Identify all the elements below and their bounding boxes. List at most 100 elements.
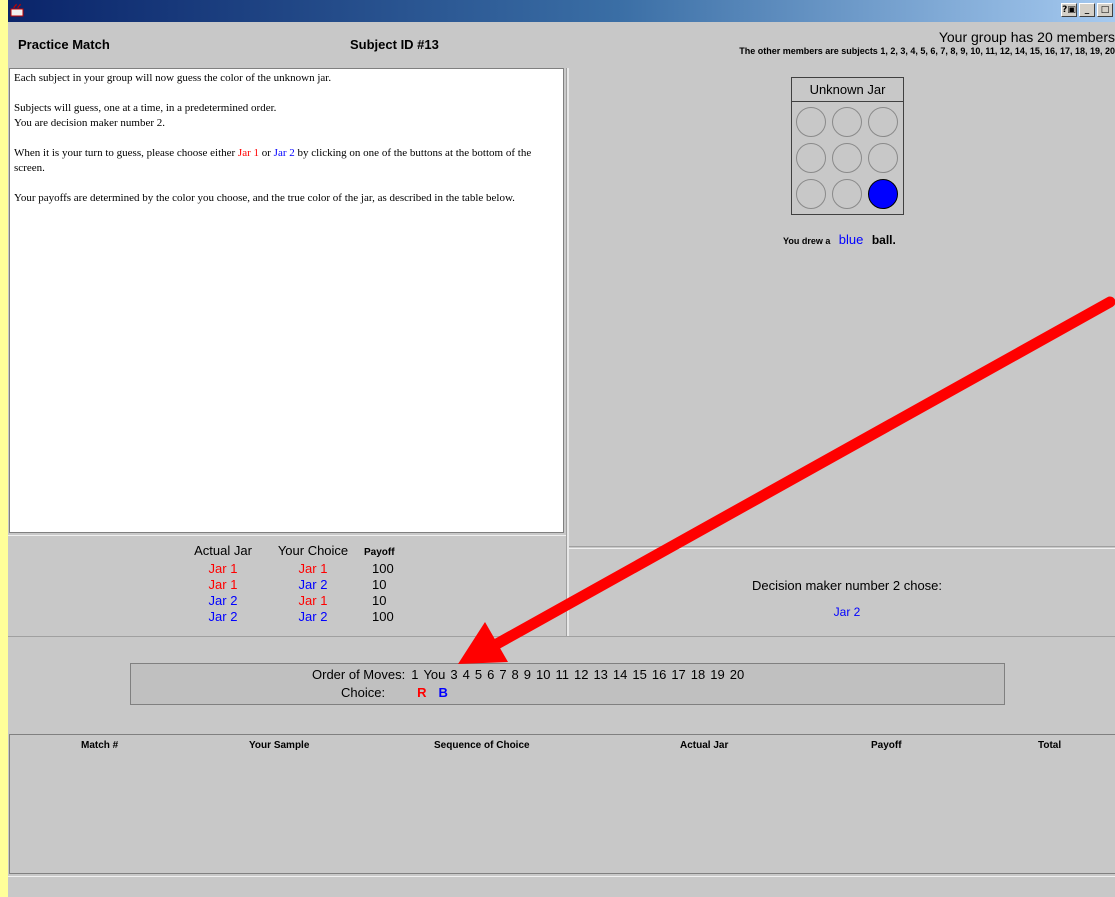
decision-panel: Decision maker number 2 chose: Jar 2: [569, 548, 1115, 637]
unknown-jar: Unknown Jar: [791, 77, 904, 215]
instruction-text: or: [259, 147, 274, 159]
instruction-text: You are decision maker number 2.: [14, 117, 166, 129]
col-your-sample: Your Sample: [249, 740, 310, 751]
window-controls: ?▣ _ □: [1061, 3, 1113, 17]
order-of-moves-box: Order of Moves: 1 You 3 4 5 6 7 8 9 10 11 12 13 14 15 16…: [130, 663, 1005, 705]
move-number: 20: [729, 667, 745, 682]
jar-ball-empty: [868, 107, 898, 137]
move-number: 1: [411, 667, 419, 682]
minimize-icon[interactable]: _: [1079, 3, 1095, 17]
jar-panel: Unknown Jar You drew a blue ball.: [569, 68, 1115, 547]
header-your-choice: Your Choice: [277, 543, 349, 558]
payoff-cell-choice: Jar 1: [298, 561, 328, 576]
jar-ball-empty: [832, 179, 862, 209]
jar-ball-empty: [796, 179, 826, 209]
payoff-table-panel: Actual Jar Your Choice Payoff Jar 1 Jar …: [8, 535, 566, 636]
move-number: 19: [710, 667, 725, 682]
results-table: Match # Your Sample Sequence of Choice A…: [9, 734, 1115, 874]
payoff-cell-value: 10: [372, 593, 387, 608]
payoff-cell-value: 100: [372, 609, 394, 624]
instruction-text: Your payoffs are determined by the color…: [14, 192, 515, 204]
col-sequence-of-choice: Sequence of Choice: [434, 740, 530, 751]
move-number: 9: [523, 667, 532, 682]
jar-ball-empty: [832, 107, 862, 137]
move-number: 14: [612, 667, 628, 682]
subject-id: Subject ID #13: [350, 37, 439, 52]
app-window: ?▣ _ □ Practice Match Subject ID #13 You…: [8, 0, 1115, 897]
move-number: 4: [462, 667, 470, 682]
order-label: Order of Moves:: [312, 667, 406, 682]
move-number: 7: [499, 667, 507, 682]
drew-suffix: ball.: [871, 233, 896, 247]
instructions-panel: Each subject in your group will now gues…: [9, 68, 564, 533]
payoff-cell-choice: Jar 2: [298, 577, 328, 592]
move-number: 10: [536, 667, 551, 682]
move-number: 15: [632, 667, 647, 682]
jar-ball-empty: [868, 143, 898, 173]
move-number: 13: [593, 667, 608, 682]
move-number: 8: [511, 667, 519, 682]
jar2-label: Jar 2: [273, 147, 295, 159]
maximize-icon[interactable]: □: [1097, 3, 1113, 17]
jar-ball-empty: [832, 143, 862, 173]
decision-label: Decision maker number 2 chose:: [751, 578, 943, 593]
order-row: Order of Moves: 1 You 3 4 5 6 7 8 9 10 11 12 13 14 15 16…: [312, 667, 749, 682]
move-number: 16: [651, 667, 667, 682]
jar-ball-empty: [796, 143, 826, 173]
instruction-paragraph: When it is your turn to guess, please ch…: [14, 146, 559, 176]
jar-balls: [796, 107, 898, 209]
move-number: 12: [573, 667, 589, 682]
group-size: Your group has 20 members: [938, 29, 1115, 45]
header-actual-jar: Actual Jar: [194, 543, 252, 558]
choice-b: B: [438, 685, 448, 700]
horizontal-divider: [8, 636, 1115, 637]
col-payoff: Payoff: [871, 740, 902, 751]
move-you: You: [423, 667, 446, 682]
move-number: 18: [690, 667, 706, 682]
col-actual-jar: Actual Jar: [680, 740, 729, 751]
jar1-label: Jar 1: [237, 147, 259, 159]
decision-value: Jar 2: [833, 605, 861, 619]
choice-row: Choice: R B: [341, 685, 448, 700]
instruction-paragraph: Subjects will guess, one at a time, in a…: [14, 101, 559, 131]
payoff-cell-value: 10: [372, 577, 387, 592]
payoff-cell-actual: Jar 2: [208, 609, 238, 624]
payoff-table: Actual Jar Your Choice Payoff Jar 1 Jar …: [178, 543, 418, 625]
other-members: The other members are subjects 1, 2, 3, …: [739, 46, 1115, 56]
jar-divider: [792, 101, 903, 102]
col-match: Match #: [81, 740, 119, 751]
instruction-text: Each subject in your group will now gues…: [14, 72, 332, 84]
payoff-cell-actual: Jar 1: [208, 561, 238, 576]
move-number: 6: [487, 667, 495, 682]
title-bar: ?▣ _ □: [8, 0, 1115, 22]
move-number: 3: [450, 667, 458, 682]
choice-r: R: [417, 685, 427, 700]
instruction-text: When it is your turn to guess, please ch…: [14, 147, 238, 159]
payoff-cell-choice: Jar 1: [298, 593, 328, 608]
jar-ball-blue: [868, 179, 898, 209]
drew-color: blue: [838, 232, 864, 247]
drawn-ball-message: You drew a blue ball.: [783, 231, 896, 249]
status-bar: [8, 876, 1115, 897]
payoff-cell-actual: Jar 1: [208, 577, 238, 592]
payoff-cell-choice: Jar 2: [298, 609, 328, 624]
move-number: 5: [474, 667, 483, 682]
drew-prefix: You drew a: [783, 236, 831, 246]
jar-ball-empty: [796, 107, 826, 137]
instruction-text: Subjects will guess, one at a time, in a…: [14, 102, 277, 114]
restore-icon[interactable]: ?▣: [1061, 3, 1077, 17]
payoff-cell-value: 100: [372, 561, 394, 576]
jar-title: Unknown Jar: [809, 82, 886, 97]
instruction-paragraph: Each subject in your group will now gues…: [14, 71, 559, 86]
col-total: Total: [1038, 740, 1062, 751]
instruction-paragraph: Your payoffs are determined by the color…: [14, 191, 559, 206]
move-number: 17: [671, 667, 686, 682]
payoff-cell-actual: Jar 2: [208, 593, 238, 608]
moves-list: 1 You 3 4 5 6 7 8 9 10 11 12 13 14 15 16 17 18 19 20: [411, 667, 749, 682]
java-app-icon: [10, 3, 24, 17]
header: Practice Match Subject ID #13 Your group…: [8, 22, 1115, 66]
page-title: Practice Match: [18, 37, 110, 52]
choice-label: Choice:: [341, 685, 386, 700]
move-number: 11: [555, 667, 569, 682]
header-payoff: Payoff: [364, 547, 395, 558]
